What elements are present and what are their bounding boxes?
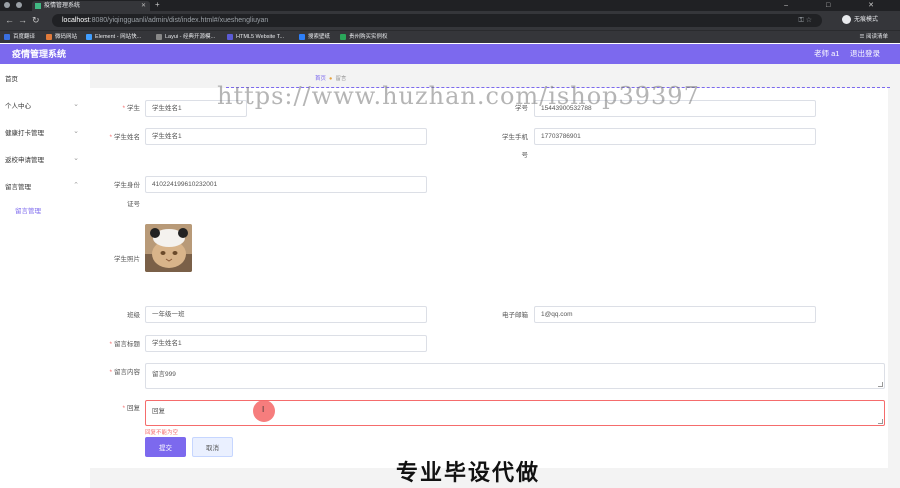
key-icon[interactable]: ⚿ ☆ [798, 14, 812, 27]
student-id-label: 学生身份 [114, 182, 140, 189]
reading-list[interactable]: ☰ 阅读清单 [860, 32, 888, 43]
message-title-input[interactable]: 学生姓名1 [145, 335, 427, 352]
watermark-text: https://www.huzhan.com/ishop39397 [217, 82, 700, 110]
promo-caption: 专业毕设代做 [396, 460, 541, 485]
new-tab-icon[interactable]: + [155, 0, 160, 10]
bookmark-item[interactable]: 百度翻译 [4, 32, 35, 43]
tab-search-icon[interactable] [16, 2, 22, 8]
sidebar-item-message-management[interactable]: 留言管理 ⌃ [5, 181, 85, 191]
tab-close-icon[interactable]: ✕ [141, 1, 146, 11]
resize-handle-icon[interactable] [878, 382, 883, 387]
student-phone-label: 学生手机 [502, 134, 528, 141]
student-name-input[interactable]: 学生姓名1 [145, 128, 427, 145]
app-title: 疫情管理系统 [12, 49, 67, 59]
student-name-label: * 学生姓名 [109, 134, 140, 141]
text-cursor-icon: I [262, 405, 265, 414]
bookmark-item[interactable]: 微码网站 [46, 32, 77, 43]
bookmark-item[interactable]: Element - 网站快... [86, 32, 141, 43]
current-user: 老师 a1 [814, 49, 840, 58]
cat-photo-icon [145, 224, 192, 272]
message-content-label: * 留言内容 [109, 369, 140, 376]
email-label: 电子邮箱 [502, 312, 528, 319]
url-input[interactable]: localhost:8080/yiqingguanli/admin/dist/i… [52, 14, 822, 27]
incognito-profile[interactable]: 无痕模式 [842, 15, 878, 26]
forward-arrow-icon[interactable]: → [18, 14, 27, 26]
email-input[interactable]: 1@qq.com [534, 306, 816, 323]
reply-label: * 回复 [122, 405, 140, 412]
student-photo[interactable] [145, 224, 192, 272]
chevron-down-icon: ⌄ [73, 101, 79, 108]
message-title-label: * 留言标题 [109, 341, 140, 348]
sidebar-item-home[interactable]: 首页 [5, 73, 85, 83]
student-phone-input[interactable]: 17703786901 [534, 128, 816, 145]
bookmark-icon [4, 33, 10, 40]
sidebar-item-personal-center[interactable]: 个人中心 ⌄ [5, 100, 85, 110]
url-host: localhost [62, 17, 90, 24]
bookmark-icon [299, 33, 305, 40]
submit-button[interactable]: 提交 [145, 437, 186, 457]
logout-link[interactable]: 退出登录 [850, 44, 880, 64]
resize-handle-icon[interactable] [878, 419, 883, 424]
bookmark-item[interactable]: Layui - 经典开源模... [156, 32, 215, 43]
window-controls[interactable]: – □ ✕ [784, 0, 892, 11]
sidebar-item-health-checkin[interactable]: 健康打卡管理 ⌄ [5, 127, 85, 137]
student-phone-label-2: 号 [521, 152, 529, 159]
bookmark-icon [46, 33, 52, 40]
browser-menu-icon[interactable] [4, 2, 10, 8]
bookmark-icon [340, 33, 346, 40]
browser-address-bar: ← → ↻ localhost:8080/yiqingguanli/admin/… [0, 11, 900, 30]
message-content-textarea[interactable]: 留言999 [145, 363, 885, 389]
browser-tab-bar: 疫情管理系统 ✕ + – □ ✕ [0, 0, 900, 11]
chevron-down-icon: ⌄ [73, 128, 79, 135]
class-label: 班级 [127, 312, 140, 319]
sidebar-subitem-message-management[interactable]: 留言管理 [15, 205, 41, 215]
student-id-input[interactable]: 410224199610232001 [145, 176, 427, 193]
vue-logo-icon [35, 3, 41, 9]
bookmark-icon [227, 33, 233, 40]
breadcrumb: 首页 ● 留言 [315, 74, 346, 82]
url-path: :8080/yiqingguanli/admin/dist/index.html… [89, 17, 269, 24]
bookmarks-bar: 百度翻译 微码网站 Element - 网站快... Layui - 经典开源模… [0, 30, 900, 43]
browser-tab-active[interactable]: 疫情管理系统 ✕ [32, 1, 150, 11]
chevron-up-icon: ⌃ [73, 182, 79, 189]
reload-icon[interactable]: ↻ [32, 14, 40, 26]
chevron-down-icon: ⌄ [73, 155, 79, 162]
bookmark-item[interactable]: 贵州购买实例权 [340, 32, 388, 43]
bookmark-item[interactable]: HTML5 Website T... [227, 32, 284, 43]
bookmark-icon [86, 33, 92, 40]
student-photo-label: 学生照片 [114, 256, 140, 263]
reply-error-message: 回复不能为空 [145, 430, 179, 436]
profile-label: 无痕模式 [854, 17, 879, 24]
back-arrow-icon[interactable]: ← [5, 14, 14, 26]
tab-title: 疫情管理系统 [44, 3, 81, 9]
cancel-button[interactable]: 取消 [192, 437, 233, 457]
bookmark-icon [156, 33, 162, 40]
sidebar: 首页 个人中心 ⌄ 健康打卡管理 ⌄ 返校申请管理 ⌄ 留言管理 ⌃ 留言管理 [0, 64, 90, 488]
sidebar-item-return-application[interactable]: 返校申请管理 ⌄ [5, 154, 85, 164]
incognito-icon [842, 15, 851, 24]
bookmark-item[interactable]: 搜索壁纸 [299, 32, 330, 43]
student-id-label-2: 证号 [127, 201, 140, 208]
app-header: 疫情管理系统 老师 a1 退出登录 [0, 44, 900, 64]
student-label: * 学生 [122, 105, 140, 112]
class-input[interactable]: 一年级一班 [145, 306, 427, 323]
mouse-cursor-indicator: I [253, 400, 275, 422]
